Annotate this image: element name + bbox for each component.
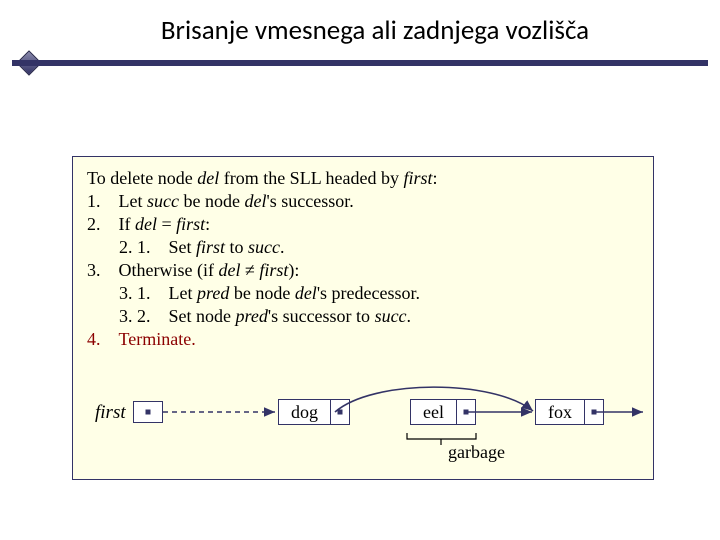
algo-text: be node — [179, 191, 244, 211]
algo-var-succ: succ — [248, 237, 280, 257]
algo-text: 3. 2. Set node — [119, 306, 236, 326]
algorithm-text: To delete node del from the SLL headed b… — [87, 167, 639, 351]
algo-text: ): — [288, 260, 299, 280]
algo-text: : — [205, 214, 210, 234]
linked-list-diagram: first dog eel fox garbage — [73, 371, 653, 475]
arrows-svg — [73, 371, 655, 475]
algo-terminate: 4. Terminate. — [87, 328, 639, 351]
algo-var-del: del — [218, 260, 240, 280]
algo-text: 2. 1. Set — [119, 237, 196, 257]
algo-text: from the SLL headed by — [219, 168, 403, 188]
algo-text: be node — [229, 283, 294, 303]
algo-var-first: first — [259, 260, 288, 280]
algo-text: . — [407, 306, 412, 326]
algo-text: 's successor. — [266, 191, 353, 211]
algo-var-succ: succ — [147, 191, 179, 211]
algo-var-first: first — [196, 237, 225, 257]
algo-var-succ: succ — [375, 306, 407, 326]
algo-var-del: del — [244, 191, 266, 211]
algo-var-del: del — [135, 214, 157, 234]
algo-text: 3. 1. Let — [119, 283, 197, 303]
algorithm-box: To delete node del from the SLL headed b… — [72, 156, 654, 480]
algo-text: . — [280, 237, 285, 257]
algo-text: 's successor to — [268, 306, 375, 326]
algo-text: To delete node — [87, 168, 197, 188]
algo-var-first: first — [403, 168, 432, 188]
title-divider — [12, 60, 708, 66]
algo-var-pred: pred — [197, 283, 229, 303]
algo-text: 2. If — [87, 214, 135, 234]
algo-text: ≠ — [240, 260, 259, 280]
algo-var-del: del — [295, 283, 317, 303]
algo-var-pred: pred — [236, 306, 268, 326]
algo-text: = — [157, 214, 176, 234]
algo-text: : — [433, 168, 438, 188]
slide-title: Brisanje vmesnega ali zadnjega vozlišča — [70, 14, 680, 47]
algo-text: 1. Let — [87, 191, 147, 211]
algo-var-del: del — [197, 168, 219, 188]
algo-text: 's predecessor. — [317, 283, 420, 303]
algo-text: to — [225, 237, 248, 257]
algo-var-first: first — [176, 214, 205, 234]
algo-text: 3. Otherwise (if — [87, 260, 218, 280]
